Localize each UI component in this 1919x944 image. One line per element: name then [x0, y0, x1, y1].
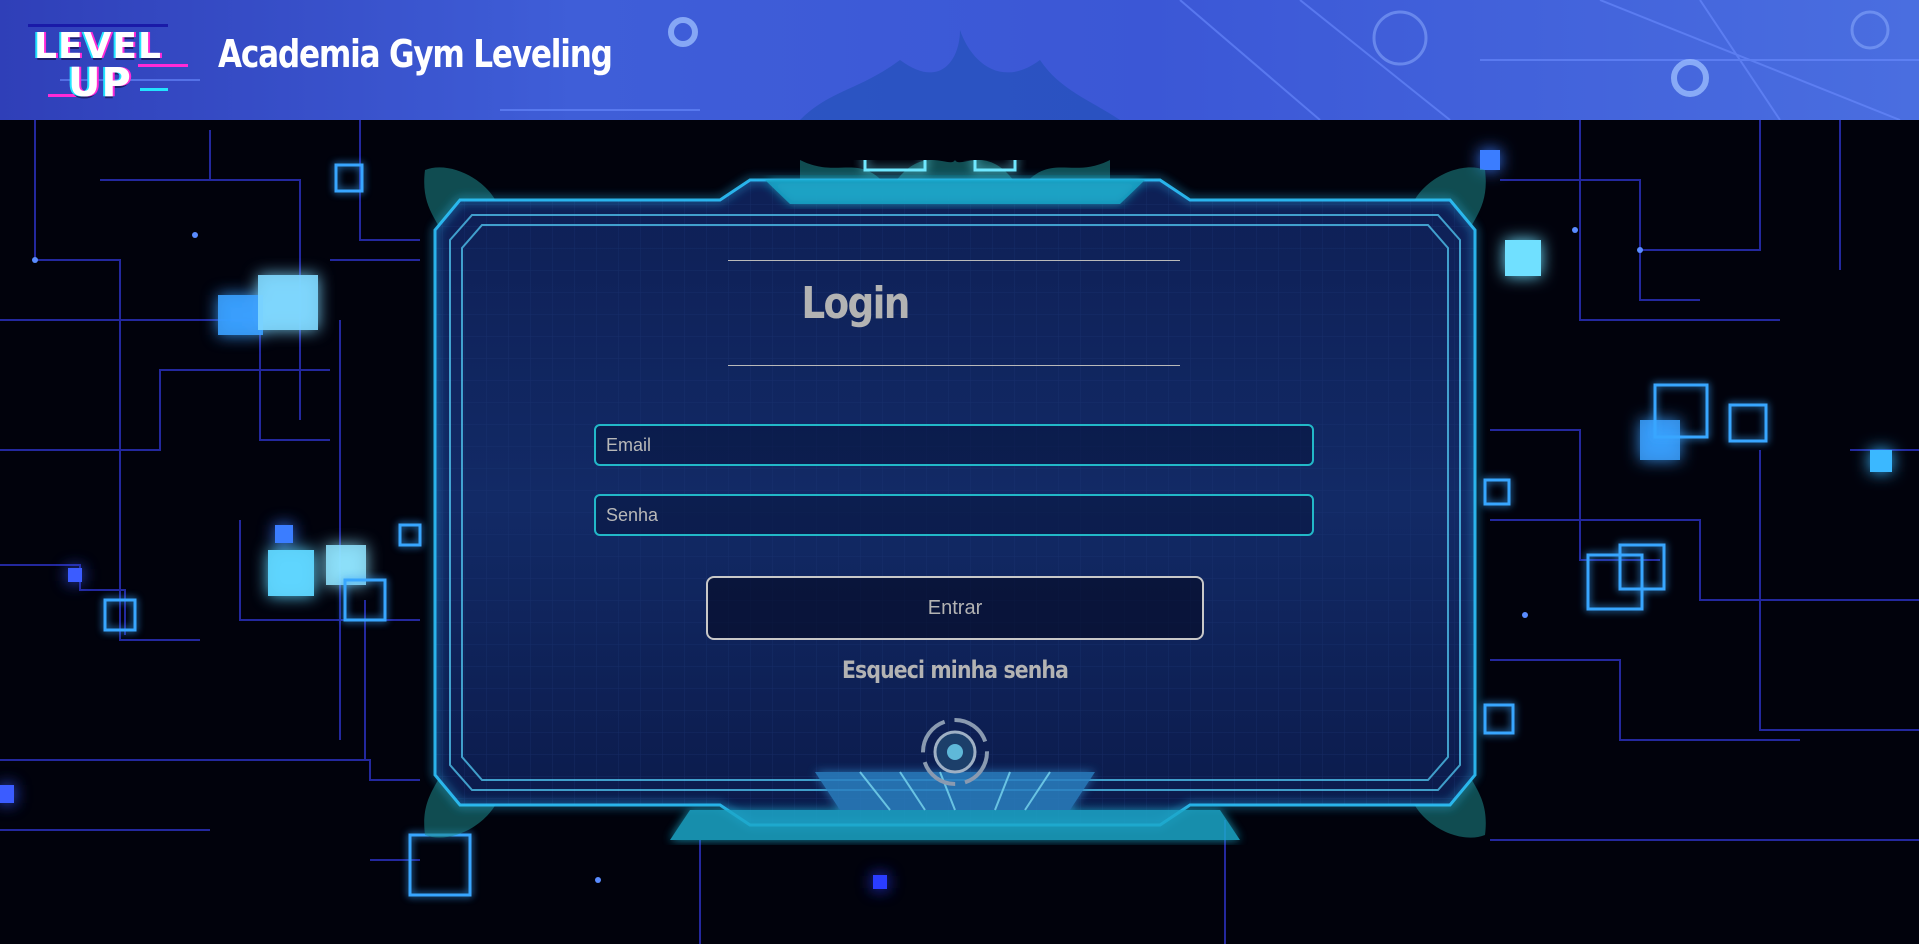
- title-divider-top: [728, 260, 1180, 261]
- forgot-password-link[interactable]: Esqueci minha senha: [828, 656, 1083, 684]
- login-title: Login: [801, 278, 910, 329]
- top-header: LEVEL UP Academia Gym Leveling: [0, 0, 1919, 120]
- level-up-logo[interactable]: LEVEL UP: [28, 20, 188, 106]
- email-field[interactable]: [594, 424, 1314, 466]
- logo-text-up: UP: [68, 60, 132, 106]
- title-divider-bottom: [728, 365, 1180, 366]
- logo-glitch-bar: [140, 88, 168, 91]
- password-field[interactable]: [594, 494, 1314, 536]
- page: LEVEL UP Academia Gym Leveling Login Ema…: [0, 0, 1919, 944]
- site-title: Academia Gym Leveling: [218, 32, 613, 76]
- login-button[interactable]: Entrar: [706, 576, 1204, 640]
